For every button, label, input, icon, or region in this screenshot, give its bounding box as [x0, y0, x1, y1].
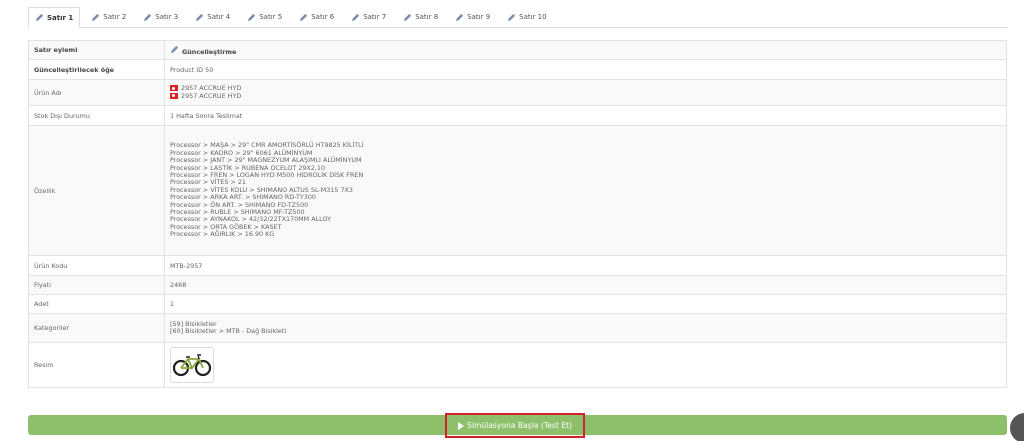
tab-satir-2[interactable]: Satır 2 — [85, 7, 132, 27]
tab-label: Satır 9 — [467, 13, 491, 21]
product-name: 2957 ACCRUE HYD — [181, 91, 242, 100]
row-label: Adet — [28, 294, 165, 314]
table-row: Güncelleştirilecek öğe Product ID 50 — [28, 59, 1007, 80]
row-value: Güncelleştirme — [164, 40, 1007, 60]
feature-line: Processor > FREN > LOGAN HYD M500 HİDROL… — [170, 170, 364, 179]
pencil-icon — [300, 13, 308, 21]
category-line: [60] Bisikletler > MTB - Dağ Bisikleti — [170, 327, 287, 335]
row-label: Ürün Kodu — [28, 255, 165, 276]
pencil-icon — [404, 13, 412, 21]
tab-satir-5[interactable]: Satır 5 — [241, 7, 288, 27]
row-label: Stok Dışı Durumu — [28, 105, 165, 126]
table-row: Stok Dışı Durumu 1 Hafta Sonra Teslimat — [28, 105, 1007, 126]
tab-label: Satır 2 — [103, 13, 127, 21]
floating-action-button[interactable] — [1010, 413, 1024, 441]
row-value: Processor > MAŞA > 29" CMR AMORTİSÖRLÜ H… — [164, 125, 1007, 256]
feature-line: Processor > AYNAKOL > 42/32/22TX170MM AL… — [170, 215, 332, 224]
table-row: Satır eylemi Güncelleştirme — [28, 40, 1007, 60]
pencil-icon — [144, 13, 152, 21]
table-row: Özellik Processor > MAŞA > 29" CMR AMORT… — [28, 125, 1007, 256]
row-label: Güncelleştirilecek öğe — [28, 59, 165, 80]
start-simulation-label: Simülasyona Başla (Test Et) — [467, 421, 572, 430]
pencil-icon — [508, 13, 516, 21]
flag-icon — [170, 85, 178, 92]
table-row: Resim — [28, 342, 1007, 388]
pencil-icon — [170, 45, 179, 53]
feature-line: Processor > AĞIRLIK > 16.90 KG — [170, 230, 275, 239]
action-value: Güncelleştirme — [182, 47, 237, 56]
pencil-icon — [352, 13, 360, 21]
tab-label: Satır 3 — [155, 13, 179, 21]
pencil-icon — [248, 13, 256, 21]
pencil-icon — [456, 13, 464, 21]
product-thumbnail[interactable] — [170, 347, 214, 383]
row-label: Resim — [28, 342, 165, 388]
row-detail-table: Satır eylemi Güncelleştirme Güncelleştir… — [28, 40, 1007, 388]
row-value: [59] Bisikletler [60] Bisikletler > MTB … — [164, 313, 1007, 343]
flag-icon — [170, 92, 178, 99]
row-label: Ürün Adı — [28, 79, 165, 106]
category-line: [59] Bisikletler — [170, 319, 217, 328]
table-row: Ürün Adı 2957 ACCRUE HYD 2957 ACCRUE HYD — [28, 79, 1007, 106]
tab-label: Satır 8 — [415, 13, 439, 21]
row-label: Satır eylemi — [28, 40, 165, 60]
pencil-icon — [196, 13, 204, 21]
feature-line: Processor > ORTA GÖBEK > KASET — [170, 222, 282, 231]
product-name-line: 2957 ACCRUE HYD — [170, 84, 1006, 92]
tab-label: Satır 4 — [207, 13, 231, 21]
pencil-icon — [92, 13, 100, 21]
start-simulation-button[interactable]: Simülasyona Başla (Test Et) — [445, 413, 585, 438]
row-value: 2957 ACCRUE HYD 2957 ACCRUE HYD — [164, 79, 1007, 106]
table-row: Ürün Kodu MTB-2957 — [28, 255, 1007, 276]
table-row: Adet 1 — [28, 294, 1007, 314]
pencil-icon — [35, 13, 44, 22]
tab-label: Satır 6 — [311, 13, 335, 21]
tab-satir-10[interactable]: Satır 10 — [501, 7, 552, 27]
row-value — [164, 342, 1007, 388]
tab-satir-9[interactable]: Satır 9 — [449, 7, 496, 27]
row-value: 2468 — [164, 275, 1007, 295]
row-label: Kategoriler — [28, 313, 165, 343]
tab-satir-3[interactable]: Satır 3 — [137, 7, 184, 27]
tab-label: Satır 5 — [259, 13, 283, 21]
row-tabs: Satır 1 Satır 2 Satır 3 Satır 4 Satır 5 … — [28, 7, 1008, 28]
row-label: Özellik — [28, 125, 165, 256]
tab-label: Satır 7 — [363, 13, 387, 21]
tab-label: Satır 10 — [519, 13, 547, 21]
tab-satir-4[interactable]: Satır 4 — [189, 7, 236, 27]
row-value: MTB-2957 — [164, 255, 1007, 276]
row-value: 1 Hafta Sonra Teslimat — [164, 105, 1007, 126]
row-value: 1 — [164, 294, 1007, 314]
tab-label: Satır 1 — [47, 13, 74, 22]
tab-satir-1[interactable]: Satır 1 — [28, 7, 81, 28]
table-row: Fiyatı 2468 — [28, 275, 1007, 295]
row-label: Fiyatı — [28, 275, 165, 295]
tab-satir-7[interactable]: Satır 7 — [345, 7, 392, 27]
product-name-line: 2957 ACCRUE HYD — [170, 91, 1006, 100]
play-icon — [458, 421, 465, 430]
row-value: Product ID 50 — [164, 59, 1007, 80]
tab-satir-6[interactable]: Satır 6 — [293, 7, 340, 27]
table-row: Kategoriler [59] Bisikletler [60] Bisikl… — [28, 313, 1007, 343]
bicycle-icon — [172, 354, 212, 377]
tab-satir-8[interactable]: Satır 8 — [397, 7, 444, 27]
